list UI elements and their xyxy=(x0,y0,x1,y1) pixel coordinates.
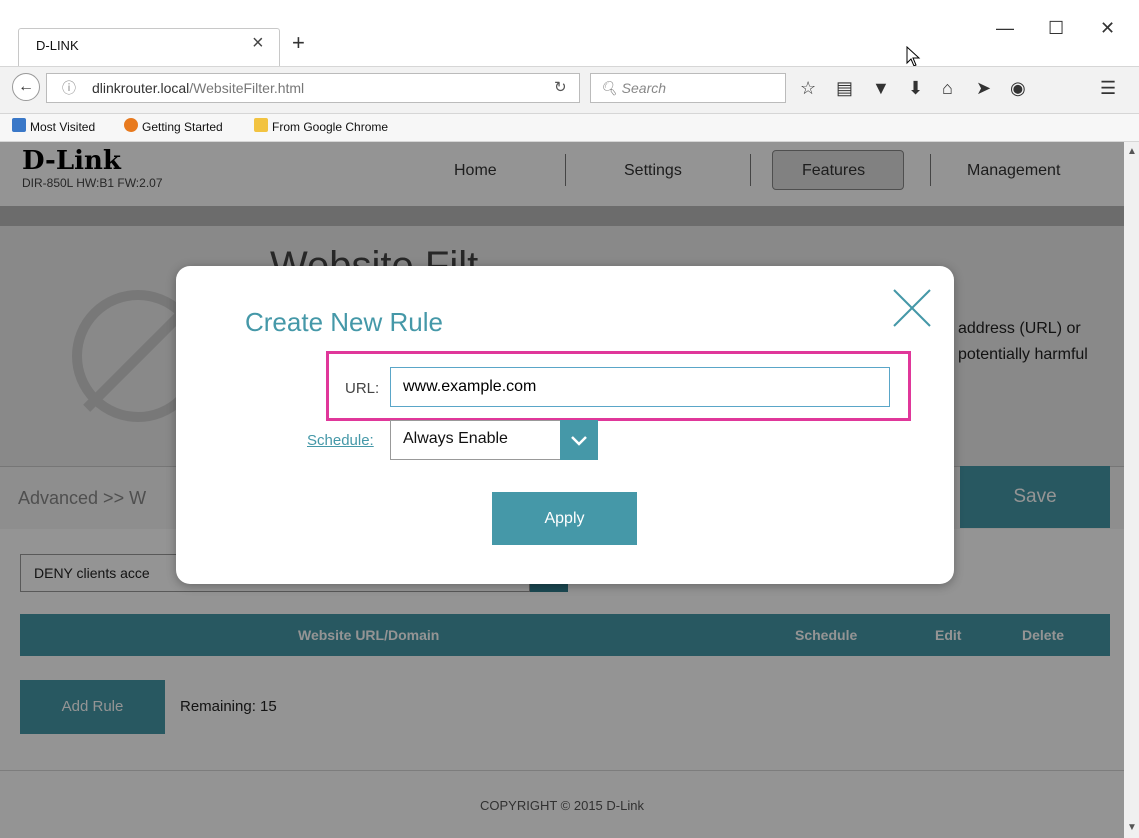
minimize-button[interactable]: — xyxy=(996,18,1014,39)
bookmark-most-visited[interactable]: Most Visited xyxy=(30,120,95,134)
tab-title: D-LINK xyxy=(36,38,79,53)
downloads-icon[interactable]: ⬇ xyxy=(908,78,923,99)
bookmark-from-google-chrome[interactable]: From Google Chrome xyxy=(272,120,388,134)
chevron-down-icon xyxy=(571,436,587,446)
scrollbar[interactable] xyxy=(1124,142,1139,838)
most-visited-icon xyxy=(12,118,26,132)
maximize-button[interactable]: ☐ xyxy=(1048,18,1064,39)
pocket-icon[interactable]: ▼ xyxy=(872,78,890,99)
bookmarks-menu-icon[interactable]: ▤ xyxy=(836,78,853,99)
home-icon[interactable]: ⌂ xyxy=(942,78,953,99)
url-label: URL: xyxy=(345,380,380,397)
url-input[interactable] xyxy=(390,367,890,407)
close-icon[interactable] xyxy=(890,286,934,330)
sync-icon[interactable]: ◉ xyxy=(1010,78,1026,99)
schedule-dropdown-button[interactable] xyxy=(560,420,598,460)
bookmark-getting-started[interactable]: Getting Started xyxy=(142,120,223,134)
scroll-up-icon[interactable]: ▲ xyxy=(1127,146,1137,157)
new-tab-button[interactable]: + xyxy=(292,30,305,56)
menu-icon[interactable]: ☰ xyxy=(1100,78,1116,99)
apply-button[interactable]: Apply xyxy=(492,492,637,545)
mouse-cursor-icon xyxy=(906,46,921,67)
info-icon[interactable]: ⓘ xyxy=(62,78,76,98)
search-placeholder: 🔍︎ Search xyxy=(600,80,667,96)
schedule-value: Always Enable xyxy=(403,430,508,447)
reload-icon[interactable]: ↻ xyxy=(554,78,567,96)
back-button[interactable]: ← xyxy=(12,73,40,101)
send-icon[interactable]: ➤ xyxy=(976,78,991,99)
schedule-link[interactable]: Schedule: xyxy=(307,432,374,449)
firefox-icon xyxy=(124,118,138,132)
folder-icon xyxy=(254,118,268,132)
bookmark-star-icon[interactable]: ☆ xyxy=(800,78,816,99)
tab-close-icon[interactable]: × xyxy=(252,32,264,55)
dialog-title: Create New Rule xyxy=(245,307,443,337)
scroll-down-icon[interactable]: ▼ xyxy=(1127,822,1137,833)
url-text: dlinkrouter.local/WebsiteFilter.html xyxy=(92,80,305,96)
close-window-button[interactable]: ✕ xyxy=(1100,18,1115,39)
